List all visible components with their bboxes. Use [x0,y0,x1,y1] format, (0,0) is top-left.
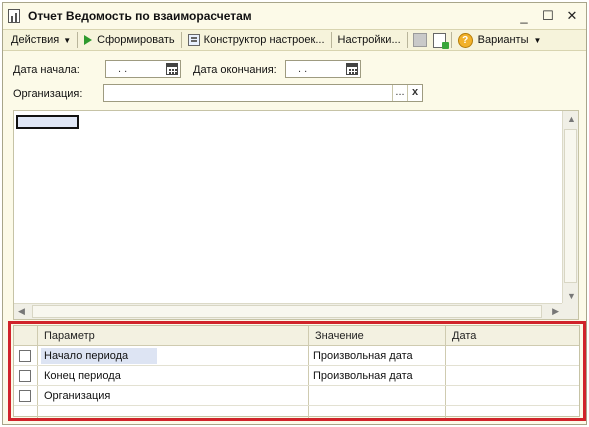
toolbar-separator [77,32,79,48]
window-controls: _ ☐ ✕ [516,8,580,24]
generate-label: Сформировать [97,34,175,46]
start-date-field[interactable]: . . [105,60,181,78]
organization-field[interactable]: ... x [103,84,423,102]
end-date-field[interactable]: . . [285,60,361,78]
toolbar-separator [450,32,452,48]
end-date-label: Дата окончания: [193,64,277,76]
scroll-thumb[interactable] [32,305,542,318]
end-date-value: . . [298,63,308,75]
toolbar-separator [406,32,408,48]
highlight-frame [8,321,586,421]
report-window: Отчет Ведомость по взаиморасчетам _ ☐ ✕ … [2,2,587,425]
generate-button[interactable]: Сформировать [80,30,179,50]
actions-label: Действия [11,34,60,46]
select-organization-button[interactable]: ... [392,85,407,101]
clear-organization-button[interactable]: x [407,85,422,101]
constructor-label: Конструктор настроек... [203,34,325,46]
actions-menu[interactable]: Действия ▼ [7,30,75,50]
disabled-tool-icon[interactable] [412,33,427,47]
organization-label: Организация: [13,88,83,100]
variants-menu[interactable]: ? Варианты ▼ [454,30,546,50]
maximize-button[interactable]: ☐ [540,8,556,24]
title-bar: Отчет Ведомость по взаиморасчетам _ ☐ ✕ [3,3,586,29]
close-button[interactable]: ✕ [564,8,580,24]
calendar-icon[interactable] [346,63,358,75]
settings-constructor-button[interactable]: Конструктор настроек... [184,30,329,50]
help-icon: ? [457,32,473,48]
scroll-up-icon[interactable]: ▲ [567,114,576,124]
constructor-icon [187,34,200,46]
document-export-icon[interactable] [432,32,449,49]
start-date-label: Дата начала: [13,64,80,76]
settings-label: Настройки... [337,34,401,46]
scroll-left-icon[interactable]: ◀ [18,306,25,317]
scroll-right-icon[interactable]: ▶ [552,306,559,317]
active-cell[interactable] [16,115,79,129]
toolbar: Действия ▼ Сформировать Конструктор наст… [3,29,586,51]
report-icon [8,9,20,23]
dropdown-arrow-icon: ▼ [63,35,72,45]
horizontal-scrollbar[interactable]: ◀ ▶ [14,303,563,319]
vertical-scrollbar[interactable]: ▲ ▼ [562,111,578,304]
toolbar-separator [180,32,182,48]
scroll-thumb[interactable] [564,129,577,283]
calendar-icon[interactable] [166,63,178,75]
play-icon [84,35,93,45]
minimize-button[interactable]: _ [516,8,532,24]
window-title: Отчет Ведомость по взаиморасчетам [28,9,252,23]
start-date-value: . . [118,63,128,75]
scroll-corner [562,303,578,319]
settings-button[interactable]: Настройки... [334,30,405,50]
toolbar-separator [330,32,332,48]
report-spreadsheet[interactable]: ▲ ▼ ◀ ▶ [13,110,579,320]
scroll-down-icon[interactable]: ▼ [567,291,576,301]
dropdown-arrow-icon: ▼ [533,35,542,45]
variants-label: Варианты [477,34,529,46]
